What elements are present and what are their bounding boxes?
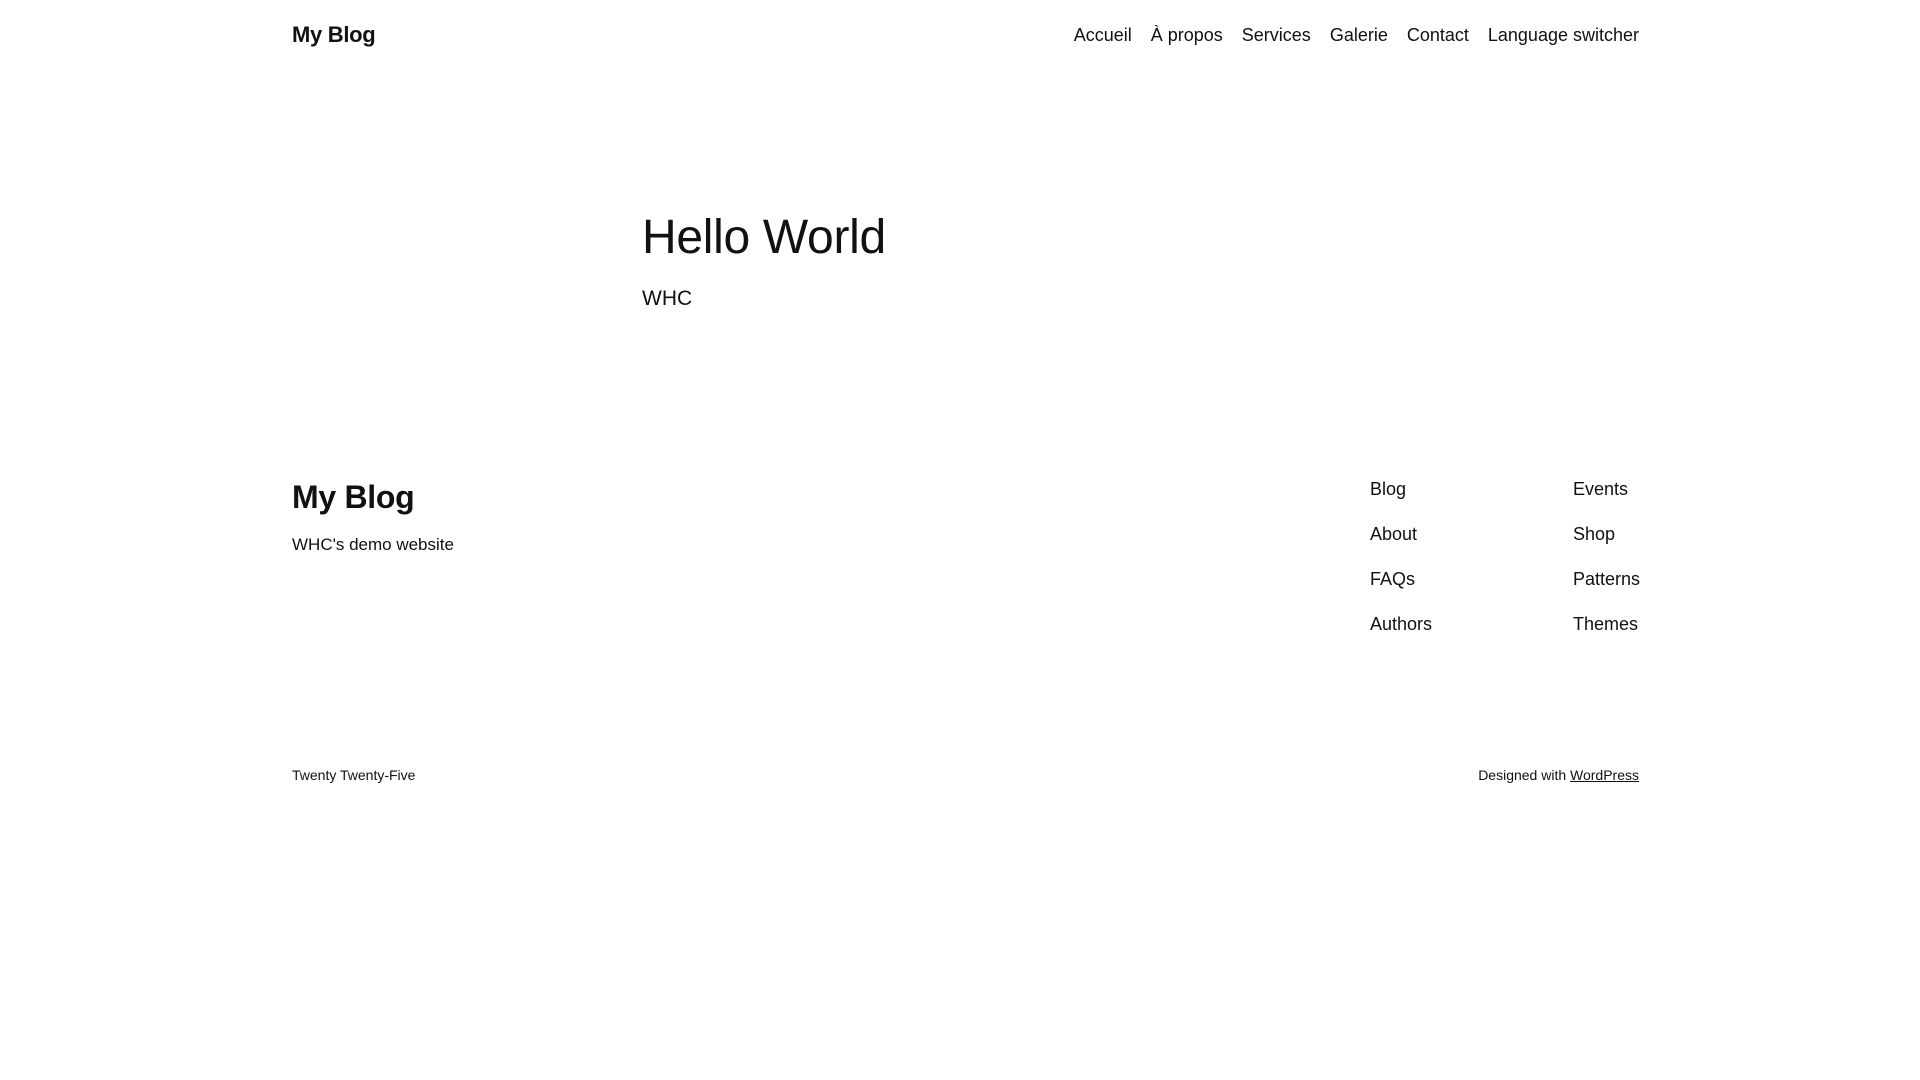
main-navigation: Accueil À propos Services Galerie Contac… [1074,24,1639,46]
post-main: Hello World WHC [642,208,886,312]
nav-item-services[interactable]: Services [1242,24,1311,46]
footer-link-authors[interactable]: Authors [1370,613,1432,635]
wordpress-link[interactable]: WordPress [1570,767,1639,783]
footer-tagline: WHC's demo website [292,535,454,554]
nav-item-a-propos[interactable]: À propos [1151,24,1223,46]
footer-link-about[interactable]: About [1370,523,1432,545]
footer-link-themes[interactable]: Themes [1573,613,1640,635]
footer-link-patterns[interactable]: Patterns [1573,568,1640,590]
footer-site-title-link[interactable]: My Blog [292,478,415,516]
footer-links-column-1: Blog About FAQs Authors [1370,478,1432,635]
post-title: Hello World [642,211,886,264]
footer-links-column-2: Events Shop Patterns Themes [1573,478,1640,635]
footer-link-shop[interactable]: Shop [1573,523,1640,545]
nav-item-contact[interactable]: Contact [1407,24,1469,46]
footer-link-events[interactable]: Events [1573,478,1640,500]
nav-item-accueil[interactable]: Accueil [1074,24,1132,46]
post-content: WHC [642,287,693,310]
designed-with-text: Designed with [1478,767,1567,783]
footer-link-blog[interactable]: Blog [1370,478,1432,500]
theme-name: Twenty Twenty-Five [292,767,416,783]
site-title-link[interactable]: My Blog [292,22,376,48]
nav-item-language-switcher[interactable]: Language switcher [1488,24,1639,46]
nav-item-galerie[interactable]: Galerie [1330,24,1388,46]
designed-with-credit: Designed with WordPress [1478,766,1639,784]
site-header: My Blog Accueil À propos Services Galeri… [0,0,1920,70]
footer-link-faqs[interactable]: FAQs [1370,568,1432,590]
